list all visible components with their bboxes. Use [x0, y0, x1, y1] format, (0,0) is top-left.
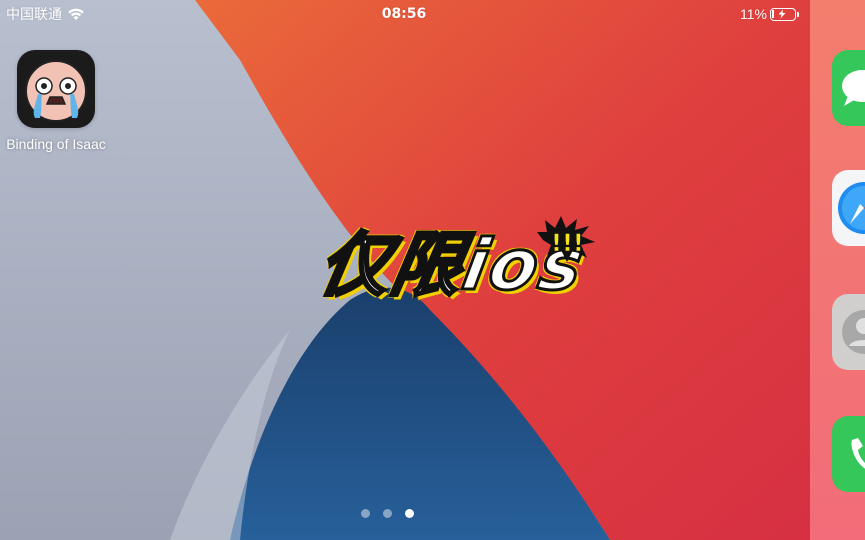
exclamation-text: !!!	[551, 229, 584, 257]
status-battery: 11%	[740, 4, 799, 24]
page-indicator[interactable]	[361, 509, 414, 518]
dock-app-phone[interactable]	[832, 416, 865, 492]
dock-app-messages[interactable]	[832, 50, 865, 126]
status-time: 08:56	[381, 6, 427, 22]
battery-charging-icon	[769, 7, 799, 21]
exclamation-burst-icon: !!!	[537, 216, 595, 262]
dock-app-safari[interactable]	[832, 170, 865, 246]
app-label: Binding of Isaac	[6, 136, 106, 152]
home-screen: 中国联通 08:56 11% Binding of Isaac 仅限ios !!…	[0, 0, 865, 540]
safari-icon	[832, 170, 865, 246]
isaac-crying-face-icon	[17, 50, 95, 128]
contacts-icon	[832, 294, 865, 370]
dock-app-contacts[interactable]	[832, 294, 865, 370]
page-dot-1[interactable]	[361, 509, 370, 518]
messages-icon	[832, 50, 865, 126]
page-dot-2[interactable]	[383, 509, 392, 518]
battery-percent: 11%	[740, 6, 767, 22]
app-binding-of-isaac[interactable]: Binding of Isaac	[0, 50, 112, 152]
phone-icon	[832, 416, 865, 492]
page-dot-3[interactable]	[405, 509, 414, 518]
